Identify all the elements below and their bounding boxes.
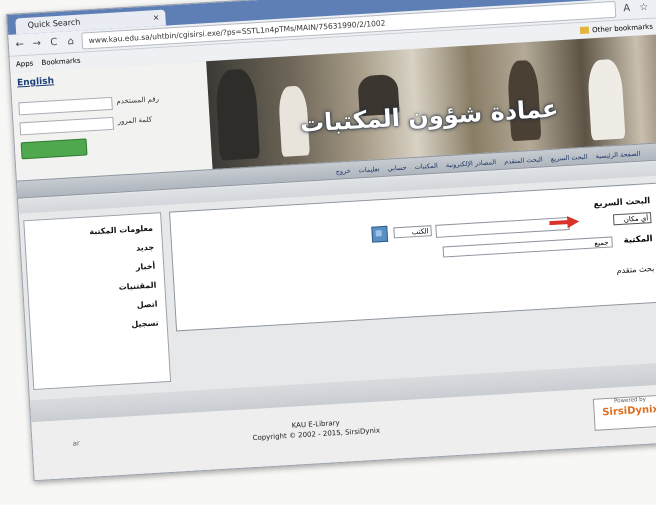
library-info-sidebar: معلومات المكتبة جديد أخبار المقتنيات اتص… [23,212,172,391]
sidebar-title: معلومات المكتبة [89,223,154,237]
search-field-select[interactable]: أي مكان [612,212,652,226]
page-content: English رقم المستخدم كلمة المرور عمادة ش… [10,33,656,481]
library-select[interactable]: جميع [442,236,613,258]
menu-item[interactable]: البحث السريع [551,153,588,163]
menu-item[interactable]: البحث المتقدم [504,155,543,165]
sidebar-item[interactable]: تسجيل [39,319,159,335]
back-icon[interactable]: ← [14,38,27,51]
menu-item[interactable]: خروج [335,167,350,176]
login-panel: English رقم المستخدم كلمة المرور [10,61,213,181]
copyright: KAU E-Library Copyright © 2002 - 2015, S… [252,416,381,444]
sidebar-item[interactable]: المقتنيات [36,281,156,297]
sidebar-item[interactable]: اتصل [37,300,157,316]
sidebar-item[interactable]: أخبار [35,262,156,278]
footer-left-text: ar [72,439,81,448]
sirsidynix-logo: SirsiDynix [601,403,656,419]
banner-photo-shape [214,68,260,161]
red-arrow-annotation [549,216,580,229]
star-icon[interactable]: ☆ [637,1,650,14]
sidebar-item[interactable]: جديد [34,243,155,259]
english-link[interactable]: English [17,76,54,88]
menu-item[interactable]: المصادر الإلكترونية [446,158,497,169]
menu-item[interactable]: الصفحة الرئيسية [595,150,640,161]
banner-photo-shape [586,58,626,141]
powered-by-text: Powered by [613,396,647,405]
other-bookmarks-label: Other bookmarks [591,22,654,35]
forward-icon[interactable]: → [30,37,43,50]
library-label: المكتبة [623,234,653,246]
menu-item[interactable]: حسابي [387,164,406,173]
close-tab-icon[interactable]: × [152,10,160,26]
quick-search-panel: البحث السريع أي مكان الكتب المكتبة جميع … [169,182,656,332]
folder-icon [579,26,590,34]
quick-search-title: البحث السريع [593,196,651,210]
browser-window: Quick Search × ← → C ⌂ www.kau.edu.sa/uh… [6,0,656,482]
bookmark-item[interactable]: Bookmarks [41,57,81,67]
material-type-select[interactable]: الكتب [393,225,432,239]
login-button[interactable] [20,138,88,160]
tab-title: Quick Search [27,17,81,30]
vendor-logo[interactable]: Powered by SirsiDynix [592,394,656,431]
menu-item[interactable]: تعليمات [358,165,379,174]
user-id-label: رقم المستخدم [116,95,160,106]
translate-icon[interactable]: A [620,2,633,15]
bookmark-apps[interactable]: Apps [16,59,34,68]
advanced-search-link[interactable]: بحث متقدم [616,264,654,275]
search-go-button[interactable] [371,225,389,243]
pin-field[interactable] [19,116,115,136]
home-icon[interactable]: ⌂ [64,35,77,48]
pin-label: كلمة المرور [117,115,153,126]
user-id-field[interactable] [18,96,113,116]
reload-icon[interactable]: C [47,36,60,49]
menu-item[interactable]: المكتبات [414,162,438,171]
